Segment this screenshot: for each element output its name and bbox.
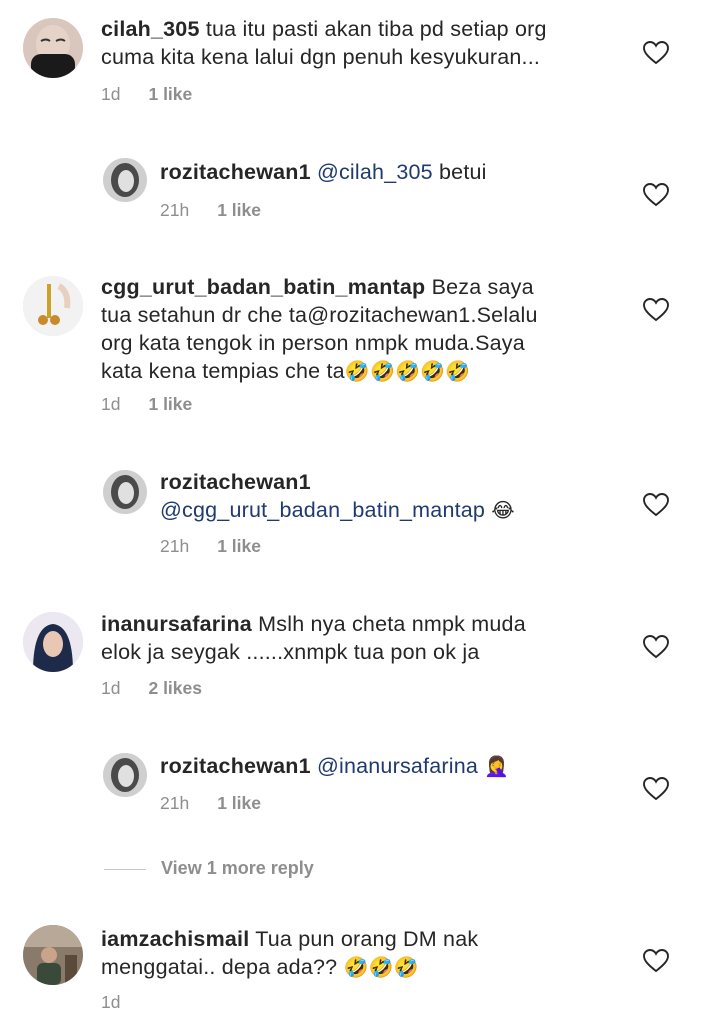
comment-body: Tua pun orang DM nak — [255, 927, 479, 951]
username[interactable]: rozitachewan1 — [160, 754, 311, 778]
comment-body: tua itu pasti akan tiba pd setiap org — [205, 17, 547, 41]
comment-body: Mslh nya cheta nmpk muda — [258, 612, 526, 636]
mention-link[interactable]: @cilah_305 — [317, 160, 433, 184]
comment-body-continued: elok ja seygak ......xnmpk tua pon ok ja — [101, 640, 480, 664]
divider — [104, 869, 146, 870]
avatar[interactable] — [23, 925, 83, 985]
comment-body-continued: kata kena tempias che ta — [101, 359, 345, 383]
comment-text: cilah_305 tua itu pasti akan tiba pd set… — [101, 15, 661, 71]
comment-meta: 21h 1 like — [160, 536, 261, 557]
likes-count[interactable]: 1 like — [148, 84, 192, 104]
timestamp: 21h — [160, 793, 190, 813]
comment-meta: 21h 1 like — [160, 793, 261, 814]
username[interactable]: cilah_305 — [101, 17, 200, 41]
avatar[interactable] — [23, 612, 83, 672]
heart-outline-icon[interactable] — [643, 493, 669, 517]
comment-body-continued: menggatai.. depa ada?? — [101, 955, 338, 979]
likes-count[interactable]: 2 likes — [148, 678, 202, 698]
likes-count[interactable]: 1 like — [217, 536, 261, 556]
heart-outline-icon[interactable] — [643, 41, 669, 65]
comment-meta: 1d 1 like — [101, 84, 192, 105]
comment-meta: 1d 1 like — [101, 394, 192, 415]
avatar[interactable] — [103, 158, 147, 202]
comment-text: inanursafarina Mslh nya cheta nmpk muda … — [101, 610, 661, 666]
mention-link[interactable]: @inanursafarina — [317, 754, 478, 778]
heart-outline-icon[interactable] — [643, 949, 669, 973]
timestamp: 21h — [160, 200, 190, 220]
likes-count[interactable]: 1 like — [148, 394, 192, 414]
timestamp: 1d — [101, 992, 121, 1012]
avatar[interactable] — [23, 18, 83, 78]
comment-body-continued: org kata tengok in person nmpk muda.Saya — [101, 331, 525, 355]
username[interactable]: inanursafarina — [101, 612, 252, 636]
comment-text: rozitachewan1 @inanursafarina 🤦‍♀️ — [160, 752, 630, 780]
likes-count[interactable]: 1 like — [217, 200, 261, 220]
avatar[interactable] — [103, 470, 147, 514]
comment-meta: 1d — [101, 992, 120, 1013]
emoji-facepalm: 🤦‍♀️ — [484, 754, 510, 778]
comment-text: cgg_urut_badan_batin_mantap Beza saya tu… — [101, 273, 661, 385]
avatar[interactable] — [103, 753, 147, 797]
emoji-rofl: 🤣🤣🤣🤣🤣 — [344, 359, 471, 383]
heart-outline-icon[interactable] — [643, 635, 669, 659]
heart-outline-icon[interactable] — [643, 183, 669, 207]
view-more-replies-button[interactable]: View 1 more reply — [104, 858, 504, 882]
heart-outline-icon[interactable] — [643, 298, 669, 322]
view-more-replies-label[interactable]: View 1 more reply — [161, 858, 314, 879]
username[interactable]: iamzachismail — [101, 927, 249, 951]
timestamp: 1d — [101, 84, 121, 104]
username[interactable]: rozitachewan1 — [160, 160, 311, 184]
comment-text: rozitachewan1 @cgg_urut_badan_batin_mant… — [160, 468, 630, 524]
comment-body-continued: tua setahun dr che ta@rozitachewan1.Sela… — [101, 303, 538, 327]
username[interactable]: cgg_urut_badan_batin_mantap — [101, 275, 425, 299]
timestamp: 1d — [101, 394, 121, 414]
emoji-joy: 😂 — [491, 498, 515, 522]
comment-meta: 21h 1 like — [160, 200, 261, 221]
mention-link[interactable]: @cgg_urut_badan_batin_mantap — [160, 498, 485, 522]
comment-body: betui — [439, 160, 487, 184]
username[interactable]: rozitachewan1 — [160, 470, 311, 494]
comment-text: iamzachismail Tua pun orang DM nak mengg… — [101, 925, 661, 981]
comment-body: Beza saya — [431, 275, 534, 299]
emoji-rofl: 🤣🤣🤣 — [343, 955, 419, 979]
timestamp: 1d — [101, 678, 121, 698]
comment-body-continued: cuma kita kena lalui dgn penuh kesyukura… — [101, 45, 541, 69]
comment-text: rozitachewan1 @cilah_305 betui — [160, 158, 630, 186]
likes-count[interactable]: 1 like — [217, 793, 261, 813]
comment-meta: 1d 2 likes — [101, 678, 202, 699]
timestamp: 21h — [160, 536, 190, 556]
heart-outline-icon[interactable] — [643, 777, 669, 801]
avatar[interactable] — [23, 276, 83, 336]
